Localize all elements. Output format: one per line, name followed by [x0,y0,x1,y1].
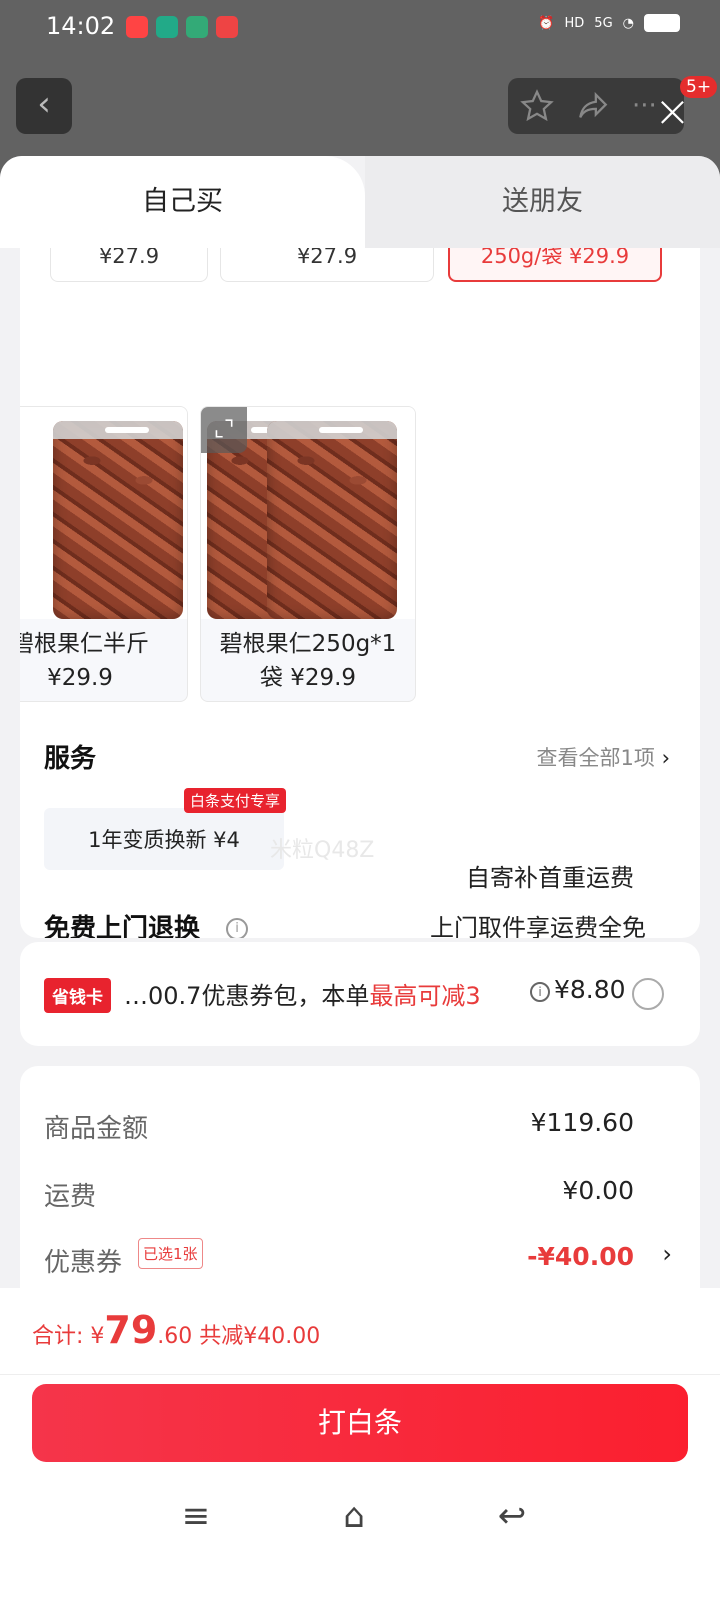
expand-icon[interactable]: ⌞⌝ [201,407,247,453]
coupon-selected-tag: 已选1张 [138,1238,203,1269]
app-icon [186,16,208,38]
pay-with-baitiao-button[interactable]: 打白条 [32,1384,688,1462]
product-name: 碧根果仁半斤 ¥29.9 [20,631,149,691]
tab-gift-friend[interactable]: 送朋友 [365,156,720,248]
info-icon[interactable]: i [226,918,248,938]
back-icon[interactable]: ↩ [490,1494,534,1538]
app-icon [126,16,148,38]
page-header: ‹ ··· 5+ × [0,56,720,156]
info-icon[interactable]: i [530,982,550,1002]
coupon-discount-value[interactable]: -¥40.00 [527,1242,634,1271]
total-saved: 共减¥40.00 [199,1324,321,1349]
variant-option[interactable]: ¥27.9 [220,248,434,282]
service-option[interactable]: 1年变质换新 ¥4 [44,808,284,870]
product-image [20,407,187,619]
product-option[interactable]: 碧根果仁半斤 ¥29.9 [20,406,188,702]
status-bar: 14:02 ⏰ HD 5G ◔ [0,0,720,56]
battery-icon [644,14,680,32]
wifi-icon: ◔ [622,15,634,31]
return-note-line2: 自寄补首重运费 [466,864,634,892]
coupon-label: 优惠券 [44,1248,123,1278]
status-indicators: ⏰ HD 5G ◔ [538,14,680,32]
coupon-description: …00.7优惠券包，本单最高可减3 [124,982,481,1010]
coupon-price: ¥8.80 [554,975,626,1004]
tab-self-buy[interactable]: 自己买 [0,156,365,248]
app-icon [156,16,178,38]
variant-row: ¥27.9 ¥27.9 250g/袋 ¥29.9 [50,248,700,298]
save-card-tag: 省钱卡 [44,978,111,1013]
shipping-label: 运费 [44,1182,97,1212]
system-nav-bar: ≡ ⌂ ↩ [0,1494,720,1564]
variant-option[interactable]: ¥27.9 [50,248,208,282]
variant-option-selected[interactable]: 250g/袋 ¥29.9 [448,248,662,282]
view-all-services-link[interactable]: 查看全部1项 › [537,742,670,772]
status-time: 14:02 [46,12,116,40]
product-option[interactable]: ⌞⌝ 碧根果仁250g*1袋 ¥29.9 [200,406,416,702]
product-options-card: ¥27.9 ¥27.9 250g/袋 ¥29.9 碧根果仁半斤 ¥29.9 ⌞⌝ … [20,248,700,938]
close-icon[interactable]: × [654,90,691,134]
hd-icon: HD [564,15,585,31]
return-note-line1: 上门取件享运费全免 [430,914,646,938]
baitiao-exclusive-badge: 白条支付专享 [184,788,287,813]
tab-bar: 自己买 送朋友 [0,156,720,248]
select-radio[interactable] [632,978,664,1010]
free-return-title: 免费上门退换 [44,914,201,938]
divider [0,1374,720,1375]
product-image: ⌞⌝ [201,407,415,619]
menu-icon[interactable]: ≡ [174,1494,218,1538]
signal-icon: 5G [594,15,613,31]
watermark: 米粒Q48Z [270,838,375,863]
total-price: 合计: ¥79.60 共减¥40.00 [32,1308,321,1352]
save-card-offer[interactable]: 省钱卡 …00.7优惠券包，本单最高可减3 i ¥8.80 [20,942,700,1046]
product-name: 碧根果仁250g*1袋 ¥29.9 [219,631,397,691]
home-icon[interactable]: ⌂ [332,1494,376,1538]
price-summary: 商品金额 ¥119.60 运费 ¥0.00 优惠券 已选1张 -¥40.00 › [20,1066,700,1306]
notification-icons [126,16,238,38]
chevron-right-icon[interactable]: › [662,1240,672,1268]
chevron-right-icon: › [661,746,670,770]
star-icon[interactable] [520,89,554,123]
shipping-value: ¥0.00 [562,1176,634,1205]
share-icon[interactable] [576,89,610,123]
goods-amount-value: ¥119.60 [530,1108,634,1137]
checkout-bar: 合计: ¥79.60 共减¥40.00 打白条 ≡ ⌂ ↩ [0,1288,720,1600]
service-title: 服务 [44,744,97,774]
app-icon [216,16,238,38]
back-button[interactable]: ‹ [16,78,72,134]
goods-amount-label: 商品金额 [44,1114,149,1144]
alarm-icon: ⏰ [538,15,555,31]
